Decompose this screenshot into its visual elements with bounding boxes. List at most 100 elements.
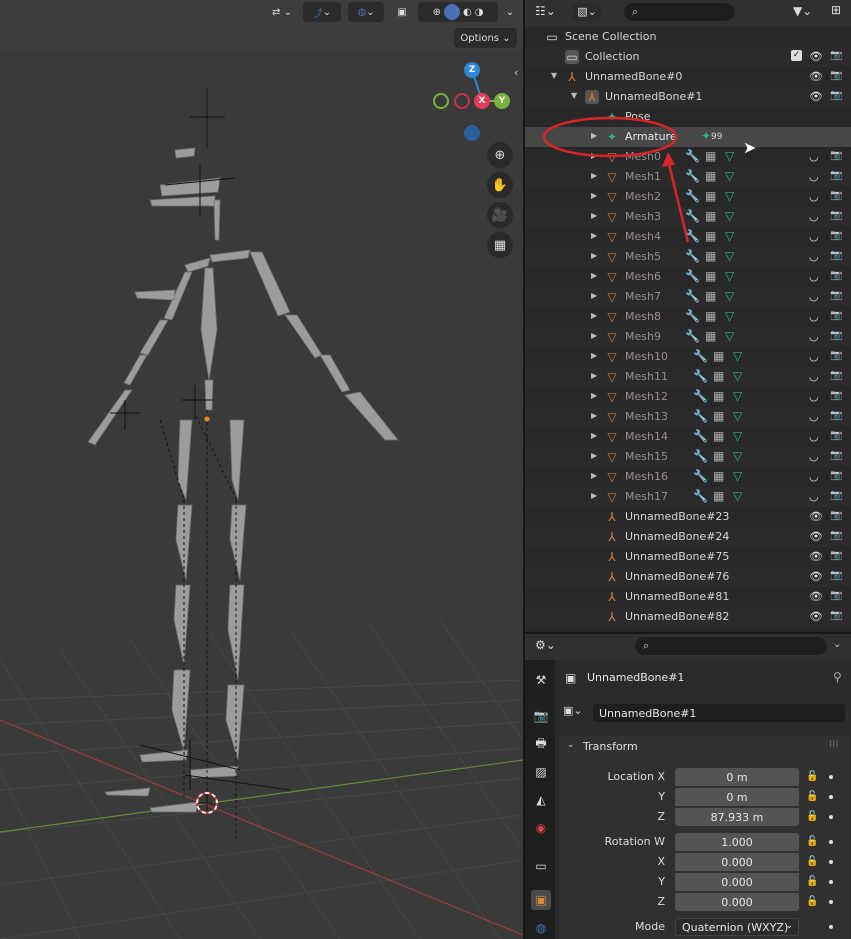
expand-right-icon[interactable]: ▶ — [591, 351, 597, 360]
gizmo-neg-y-axis[interactable] — [433, 93, 449, 109]
gizmo-x-axis[interactable]: X — [474, 93, 490, 109]
mesh-data-icon[interactable]: ▽ — [733, 409, 742, 423]
mesh-icon[interactable]: ▽ — [605, 290, 619, 304]
empty-bone-icon[interactable]: ⅄ — [605, 550, 619, 564]
keyframe-dot[interactable] — [829, 880, 833, 884]
mesh-data-icon[interactable]: ▽ — [733, 449, 742, 463]
expand-right-icon[interactable]: ▶ — [591, 471, 597, 480]
outliner-row[interactable]: ⅄ UnnamedBone#24 👁 📷 — [525, 527, 851, 547]
eye-closed-icon[interactable]: ◡ — [809, 330, 819, 343]
render-camera-icon[interactable]: 📷 — [830, 290, 842, 301]
outliner-row[interactable]: ▶ ▽ Mesh9 🔧 ▦ ▽ ◡ 📷 — [525, 327, 851, 347]
rotation-z-field[interactable]: 0.000 — [675, 893, 799, 911]
keyframe-dot[interactable] — [829, 925, 833, 929]
rotation-mode-select[interactable]: Quaternion (WXYZ) ⌄ — [675, 918, 799, 936]
pin-icon[interactable]: ⚲ — [833, 670, 842, 684]
empty-bone-icon[interactable]: ⅄ — [565, 70, 579, 84]
expand-right-icon[interactable]: ▶ — [591, 131, 597, 140]
bone-child-icon[interactable]: ✦ — [701, 129, 711, 143]
empty-bone-icon[interactable]: ⅄ — [605, 530, 619, 544]
render-camera-icon[interactable]: 📷 — [830, 570, 842, 581]
outliner-row[interactable]: ▶ ▽ Mesh0 🔧 ▦ ▽ ◡ 📷 — [525, 147, 851, 167]
render-camera-icon[interactable]: 📷 — [830, 90, 842, 101]
eye-icon[interactable]: 👁 — [809, 550, 823, 563]
vertex-groups-icon[interactable]: ▦ — [705, 229, 716, 243]
expand-right-icon[interactable]: ▶ — [591, 431, 597, 440]
render-camera-icon[interactable]: 📷 — [830, 70, 842, 81]
empty-bone-icon[interactable]: ⅄ — [605, 510, 619, 524]
modifier-wrench-icon[interactable]: 🔧 — [693, 429, 708, 443]
material-shading-icon[interactable]: ◐ — [463, 7, 472, 18]
mesh-icon[interactable]: ▽ — [605, 470, 619, 484]
wireframe-shading-icon[interactable]: ⊕ — [433, 7, 441, 18]
armature-data-icon[interactable]: ✦ — [605, 130, 619, 144]
outliner-row[interactable]: ⅄ UnnamedBone#81 👁 📷 — [525, 587, 851, 607]
object-gizmo-icon[interactable]: ⇄ ⌄ — [268, 2, 296, 22]
object-name-field[interactable]: UnnamedBone#1 — [593, 704, 845, 722]
render-camera-icon[interactable]: 📷 — [830, 190, 842, 201]
modifier-wrench-icon[interactable]: 🔧 — [693, 469, 708, 483]
mesh-icon[interactable]: ▽ — [605, 430, 619, 444]
mesh-icon[interactable]: ▽ — [605, 310, 619, 324]
mesh-data-icon[interactable]: ▽ — [725, 249, 734, 263]
outliner-row[interactable]: ▶ ▽ Mesh7 🔧 ▦ ▽ ◡ 📷 — [525, 287, 851, 307]
render-camera-icon[interactable]: 📷 — [830, 550, 842, 561]
render-camera-icon[interactable]: 📷 — [830, 590, 842, 601]
outliner-row[interactable]: ▭ Collection ✓ 👁 📷 — [525, 47, 851, 67]
zoom-icon[interactable]: ⊕ — [487, 142, 513, 168]
keyframe-dot[interactable] — [829, 840, 833, 844]
pose-icon[interactable]: ✦ — [605, 110, 619, 124]
outliner-row[interactable]: ▶ ▽ Mesh15 🔧 ▦ ▽ ◡ 📷 — [525, 447, 851, 467]
mesh-data-icon[interactable]: ▽ — [725, 269, 734, 283]
object-tab-icon[interactable]: ▣ — [531, 890, 551, 910]
vertex-groups-icon[interactable]: ▦ — [705, 329, 716, 343]
lock-icon[interactable]: 🔓 — [806, 896, 818, 907]
location-x-field[interactable]: 0 m — [675, 768, 799, 786]
render-camera-icon[interactable]: 📷 — [830, 150, 842, 161]
expand-right-icon[interactable]: ▶ — [591, 311, 597, 320]
location-z-field[interactable]: 87.933 m — [675, 808, 799, 826]
collection-tab-icon[interactable]: ▭ — [531, 856, 551, 876]
vertex-groups-icon[interactable]: ▦ — [713, 389, 724, 403]
vertex-groups-icon[interactable]: ▦ — [705, 149, 716, 163]
vertex-groups-icon[interactable]: ▦ — [713, 489, 724, 503]
eye-closed-icon[interactable]: ◡ — [809, 150, 819, 163]
mesh-icon[interactable]: ▽ — [605, 450, 619, 464]
expand-right-icon[interactable]: ▶ — [591, 451, 597, 460]
navigation-gizmo[interactable]: Z X Y — [430, 60, 520, 150]
modifier-wrench-icon[interactable]: 🔧 — [685, 149, 700, 163]
properties-search-input[interactable]: ⌕ — [635, 637, 827, 655]
render-camera-icon[interactable]: 📷 — [830, 490, 842, 501]
vertex-groups-icon[interactable]: ▦ — [713, 429, 724, 443]
expand-right-icon[interactable]: ▶ — [591, 211, 597, 220]
vertex-groups-icon[interactable]: ▦ — [705, 189, 716, 203]
mesh-data-icon[interactable]: ▽ — [725, 169, 734, 183]
rotation-w-field[interactable]: 1.000 — [675, 833, 799, 851]
outliner-row[interactable]: ✦ Pose — [525, 107, 851, 127]
expand-right-icon[interactable]: ▶ — [591, 331, 597, 340]
display-mode-icon[interactable]: ▧⌄ — [573, 3, 601, 21]
render-camera-icon[interactable]: 📷 — [830, 410, 842, 421]
drag-handle-icon[interactable]: ⁞⁞⁞ — [829, 739, 839, 750]
vertex-groups-icon[interactable]: ▦ — [713, 409, 724, 423]
outliner-row[interactable]: ⅄ UnnamedBone#76 👁 📷 — [525, 567, 851, 587]
options-dropdown[interactable]: Options ⌄ — [454, 28, 517, 48]
outliner-row[interactable]: ▶ ▽ Mesh16 🔧 ▦ ▽ ◡ 📷 — [525, 467, 851, 487]
modifier-wrench-icon[interactable]: 🔧 — [685, 289, 700, 303]
lock-icon[interactable]: 🔓 — [806, 791, 818, 802]
vertex-groups-icon[interactable]: ▦ — [705, 169, 716, 183]
expand-right-icon[interactable]: ▶ — [591, 491, 597, 500]
keyframe-dot[interactable] — [829, 775, 833, 779]
render-camera-icon[interactable]: 📷 — [830, 390, 842, 401]
eye-icon[interactable]: 👁 — [809, 610, 823, 623]
vertex-groups-icon[interactable]: ▦ — [713, 349, 724, 363]
outliner-row[interactable]: ▶ ▽ Mesh13 🔧 ▦ ▽ ◡ 📷 — [525, 407, 851, 427]
properties-options-chevron-icon[interactable]: ⌄ — [833, 639, 841, 650]
render-camera-icon[interactable]: 📷 — [830, 210, 842, 221]
modifier-wrench-icon[interactable]: 🔧 — [685, 169, 700, 183]
transform-orientation-icon[interactable]: ⤴ ⌄ — [303, 2, 341, 22]
expand-down-icon[interactable]: ▼ — [551, 71, 557, 80]
outliner-row[interactable]: ▶ ▽ Mesh5 🔧 ▦ ▽ ◡ 📷 — [525, 247, 851, 267]
render-camera-icon[interactable]: 📷 — [830, 370, 842, 381]
lock-icon[interactable]: 🔓 — [806, 836, 818, 847]
